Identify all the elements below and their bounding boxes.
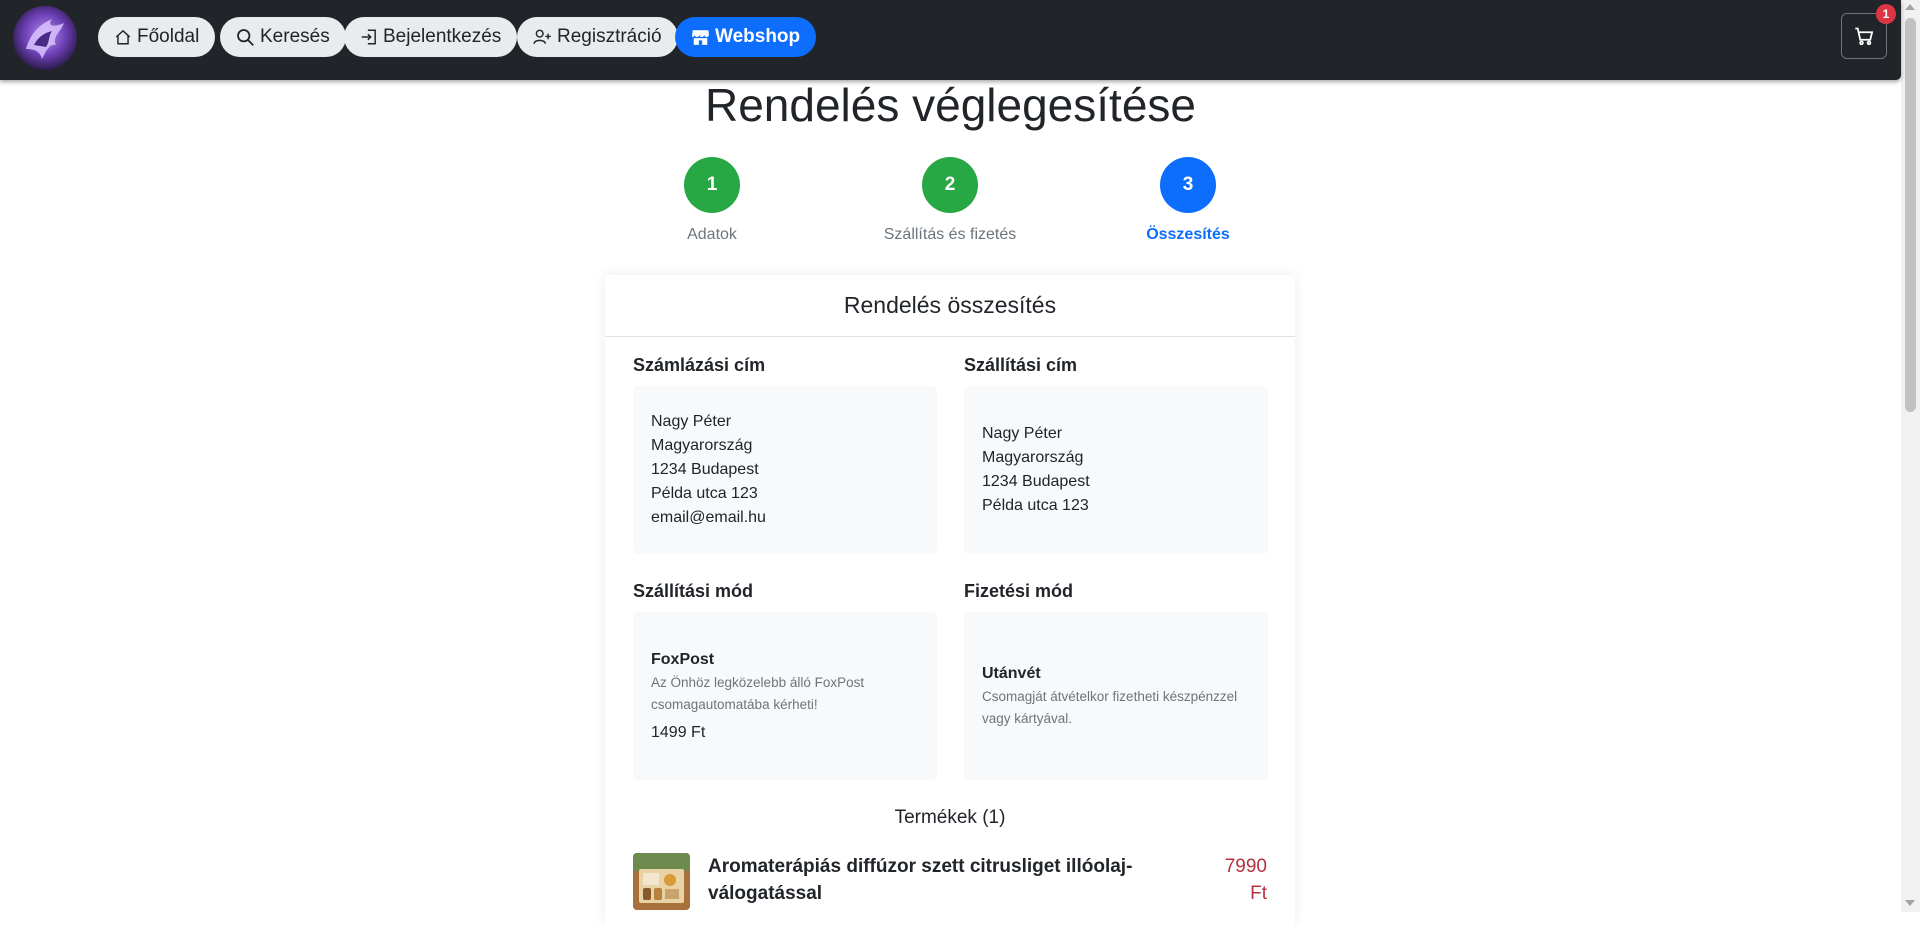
cart-icon — [1855, 27, 1874, 46]
step-label: Összesítés — [1146, 226, 1230, 243]
step-label: Szállítás és fizetés — [883, 226, 1017, 243]
shipping-city: 1234 Budapest — [982, 473, 1090, 490]
scroll-up-arrow-icon[interactable] — [1905, 4, 1915, 10]
step-circle: 3 — [1160, 157, 1216, 213]
product-name[interactable]: Aromaterápiás diffúzor szett citrusliget… — [708, 853, 1158, 907]
product-price-currency: Ft — [1250, 883, 1267, 904]
login-icon — [361, 29, 376, 45]
step-label: Adatok — [687, 226, 737, 243]
billing-address-title: Számlázási cím — [633, 355, 766, 375]
user-plus-icon — [533, 29, 551, 44]
shipping-street: Példa utca 123 — [982, 497, 1089, 514]
shipping-name: Nagy Péter — [982, 425, 1063, 442]
payment-method-name: Utánvét — [982, 665, 1041, 682]
billing-street: Példa utca 123 — [651, 485, 758, 502]
billing-address-box: Nagy Péter Magyarország 1234 Budapest Pé… — [633, 386, 937, 554]
billing-name: Nagy Péter — [651, 413, 732, 430]
nav-register-label: Regisztráció — [557, 26, 662, 47]
shipping-method-description: Az Önhöz legközelebb álló FoxPost csomag… — [651, 674, 865, 712]
shipping-address-title: Szállítási cím — [964, 355, 1078, 375]
nav-login-button[interactable]: Bejelentkezés — [344, 17, 518, 57]
shipping-address-box: Nagy Péter Magyarország 1234 Budapest Pé… — [964, 386, 1268, 554]
step-circle: 1 — [684, 157, 740, 213]
payment-method-description: Csomagját átvételkor fizetheti készpénzz… — [982, 689, 1238, 726]
scrollbar-thumb[interactable] — [1905, 18, 1916, 412]
nav-webshop-button[interactable]: Webshop — [675, 17, 817, 57]
summary-title: Rendelés összesítés — [605, 275, 1295, 337]
page-title: Rendelés véglegesítése — [705, 79, 1196, 131]
shipping-country: Magyarország — [982, 449, 1084, 466]
step-circle: 2 — [922, 157, 978, 213]
billing-email: email@email.hu — [651, 509, 766, 526]
search-icon — [237, 28, 254, 46]
nav-home-button[interactable]: Főoldal — [98, 17, 216, 57]
shipping-method-name: FoxPost — [651, 650, 715, 668]
shipping-method-price: 1499 Ft — [651, 723, 706, 741]
order-summary-card: Rendelés összesítés Számlázási cím Nagy … — [605, 275, 1295, 925]
nav-home-label: Főoldal — [137, 26, 200, 47]
top-navbar: Főoldal Keresés Bejelentkezés Regisztrác… — [0, 0, 1901, 80]
product-thumbnail[interactable] — [633, 853, 690, 910]
products-title: Termékek (1) — [894, 807, 1006, 828]
product-price: 7990 Ft — [1207, 853, 1267, 907]
checkout-step-1: 1 Adatok — [602, 157, 822, 244]
cart-count-badge: 1 — [1876, 4, 1896, 24]
payment-method-title: Fizetési mód — [964, 581, 1074, 601]
scroll-down-arrow-icon[interactable] — [1905, 900, 1915, 906]
home-icon — [115, 29, 131, 45]
shipping-method-title: Szállítási mód — [633, 581, 754, 601]
nav-login-label: Bejelentkezés — [383, 26, 502, 47]
checkout-step-2: 2 Szállítás és fizetés — [840, 157, 1060, 244]
billing-city: 1234 Budapest — [651, 461, 759, 478]
nav-webshop-label: Webshop — [715, 26, 801, 47]
checkout-step-3: 3 Összesítés — [1078, 157, 1298, 244]
shipping-method-box: FoxPost Az Önhöz legközelebb álló FoxPos… — [633, 612, 937, 780]
billing-country: Magyarország — [651, 437, 753, 454]
shop-icon — [692, 30, 709, 45]
nav-search-button[interactable]: Keresés — [220, 17, 346, 57]
site-logo[interactable] — [12, 5, 78, 71]
product-price-amount: 7990 — [1224, 856, 1267, 877]
nav-search-label: Keresés — [260, 26, 330, 47]
nav-register-button[interactable]: Regisztráció — [517, 17, 678, 57]
payment-method-box: Utánvét Csomagját átvételkor fizetheti k… — [964, 612, 1268, 780]
